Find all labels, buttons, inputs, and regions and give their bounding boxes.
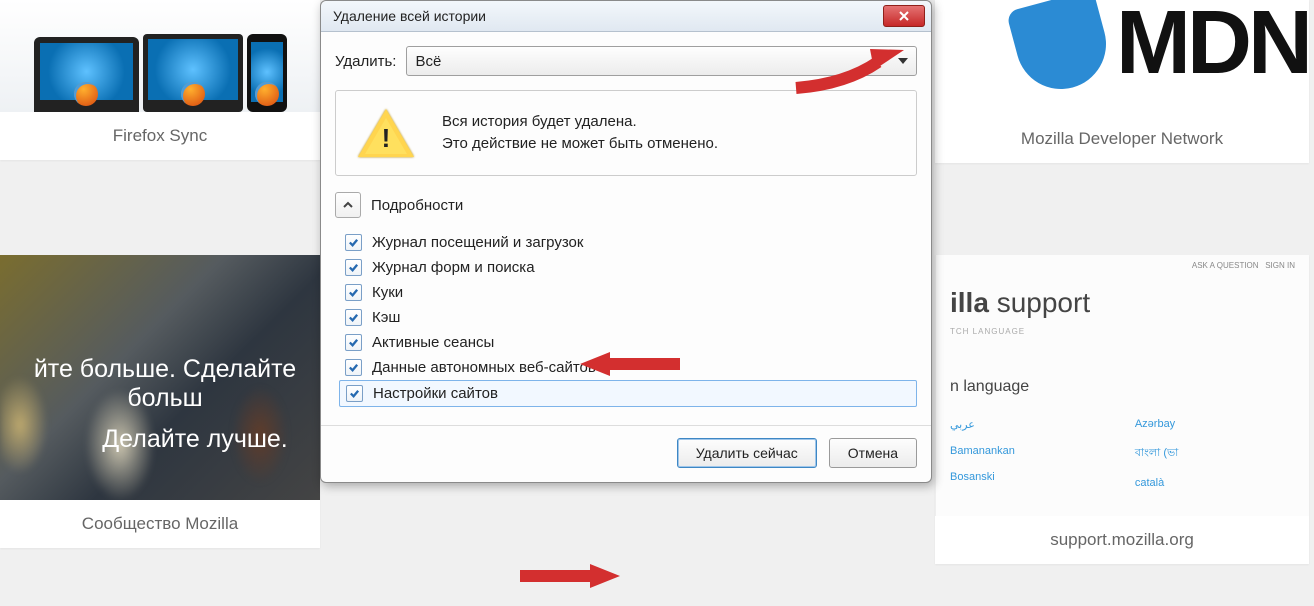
nav-signin: SIGN IN <box>1265 261 1295 270</box>
checkbox[interactable] <box>345 334 362 351</box>
devices-illustration <box>0 0 320 112</box>
crowd-photo: йте больше. Сделайте больш Делайте лучше… <box>0 255 320 500</box>
checkbox[interactable] <box>345 309 362 326</box>
checkbox-label: Журнал форм и поиска <box>372 259 535 276</box>
headline-1: йте больше. Сделайте больш <box>0 355 320 413</box>
firefox-sync-tile[interactable]: Firefox Sync <box>0 0 320 160</box>
warning-icon: ! <box>358 109 414 157</box>
time-range-value: Всё <box>415 53 441 70</box>
time-range-combobox[interactable]: Всё <box>406 46 917 76</box>
checkbox-label: Куки <box>372 284 403 301</box>
dialog-title: Удаление всей истории <box>333 8 486 24</box>
tile-label: Firefox Sync <box>0 112 320 160</box>
checkbox[interactable] <box>345 284 362 301</box>
annotation-arrow <box>510 556 620 596</box>
checkbox-label: Настройки сайтов <box>373 385 498 402</box>
switch-language: n language <box>950 378 1295 396</box>
mdn-dino-icon <box>1006 0 1116 99</box>
mdn-logo-text: MDN <box>1116 0 1309 95</box>
close-icon <box>899 11 909 21</box>
tile-label: Сообщество Mozilla <box>0 500 320 548</box>
firefox-icon <box>255 82 279 106</box>
chevron-up-icon <box>342 199 354 211</box>
headline-2: Делайте лучше. <box>0 425 320 454</box>
checkbox-label: Кэш <box>372 309 400 326</box>
checkbox-row[interactable]: Активные сеансы <box>339 330 917 355</box>
tile-label: support.mozilla.org <box>935 516 1309 564</box>
chevron-down-icon <box>898 58 908 64</box>
page-background: Firefox Sync MDN Mozilla Developer Netwo… <box>0 0 1314 606</box>
checkbox-label: Активные сеансы <box>372 334 494 351</box>
mdn-illustration: MDN <box>935 0 1309 115</box>
clear-history-dialog: Удаление всей истории Удалить: Всё ! Вся… <box>320 0 932 483</box>
checkbox-row[interactable]: Журнал посещений и загрузок <box>339 230 917 255</box>
checkbox-label: Данные автономных веб-сайтов <box>372 359 596 376</box>
mozilla-community-tile[interactable]: йте больше. Сделайте больш Делайте лучше… <box>0 255 320 548</box>
tile-label: Mozilla Developer Network <box>935 115 1309 163</box>
mdn-tile[interactable]: MDN Mozilla Developer Network <box>935 0 1309 163</box>
checkbox-row[interactable]: Настройки сайтов <box>339 380 917 407</box>
checkbox-row[interactable]: Куки <box>339 280 917 305</box>
checkbox-row[interactable]: Журнал форм и поиска <box>339 255 917 280</box>
warning-box: ! Вся история будет удалена. Это действи… <box>335 90 917 176</box>
close-button[interactable] <box>883 5 925 27</box>
details-label: Подробности <box>371 197 463 214</box>
checkbox-row[interactable]: Кэш <box>339 305 917 330</box>
titlebar[interactable]: Удаление всей истории <box>321 1 931 32</box>
details-toggle[interactable] <box>335 192 361 218</box>
warning-line2: Это действие не может быть отменено. <box>442 133 718 156</box>
firefox-icon <box>74 82 98 106</box>
support-tile[interactable]: ASK A QUESTION SIGN IN illa support TCH … <box>935 255 1309 564</box>
nav-ask: ASK A QUESTION <box>1192 261 1259 270</box>
warning-line1: Вся история будет удалена. <box>442 111 718 134</box>
checkbox[interactable] <box>345 234 362 251</box>
cancel-button[interactable]: Отмена <box>829 438 917 468</box>
checkbox-row[interactable]: Данные автономных веб-сайтов <box>339 355 917 380</box>
checkbox[interactable] <box>346 385 363 402</box>
checkbox[interactable] <box>345 259 362 276</box>
time-range-label: Удалить: <box>335 53 396 70</box>
checkbox-label: Журнал посещений и загрузок <box>372 234 583 251</box>
firefox-icon <box>181 82 205 106</box>
details-checklist: Журнал посещений и загрузок Журнал форм и… <box>335 230 917 407</box>
support-preview: ASK A QUESTION SIGN IN illa support TCH … <box>935 255 1309 516</box>
checkbox[interactable] <box>345 359 362 376</box>
clear-now-button[interactable]: Удалить сейчас <box>677 438 817 468</box>
